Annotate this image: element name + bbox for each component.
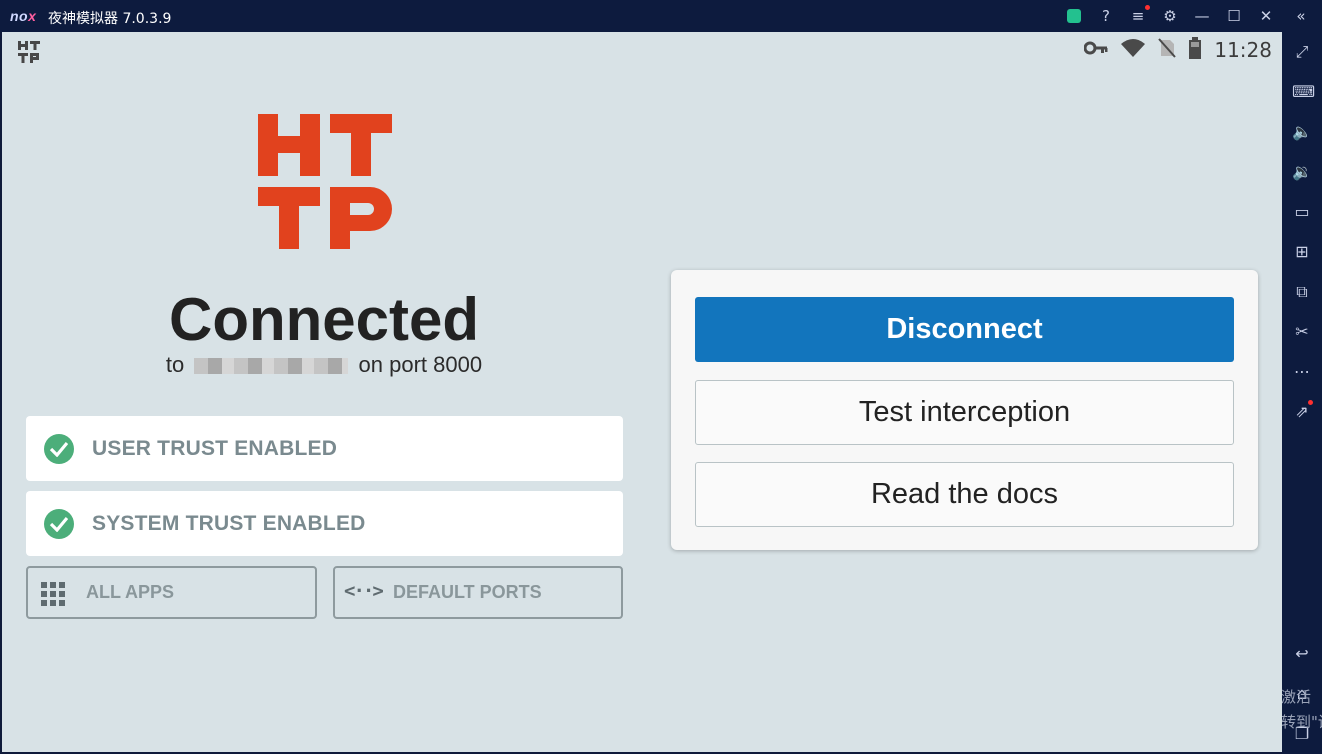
- keyboard-icon[interactable]: ⌨: [1292, 82, 1315, 102]
- notification-dot: [1145, 5, 1150, 10]
- app-store-icon[interactable]: [1067, 9, 1081, 23]
- check-circle-icon: [44, 509, 74, 539]
- battery-icon: [1188, 37, 1202, 63]
- emulator-titlebar: nox 夜神模拟器 7.0.3.9 ? ≡ ⚙ — ☐ ✕ «: [0, 0, 1322, 32]
- test-interception-button[interactable]: Test interception: [695, 380, 1234, 445]
- nox-logo-text: no: [10, 8, 29, 24]
- connected-suffix: on port 8000: [358, 352, 483, 377]
- watermark-line1: 激活: [1281, 688, 1312, 706]
- http-toolkit-logo: [258, 114, 392, 249]
- check-circle-icon: [44, 434, 74, 464]
- screen-icon[interactable]: ▭: [1292, 202, 1312, 222]
- status-bar: 11:28: [1083, 37, 1272, 63]
- watermark-line2: 转到"设: [1281, 713, 1322, 731]
- no-sim-icon: [1158, 38, 1177, 62]
- nox-logo: nox: [10, 8, 36, 24]
- connection-details: to on port 8000: [2, 352, 646, 378]
- user-trust-card: USER TRUST ENABLED: [26, 416, 623, 481]
- share-notification-dot: [1308, 400, 1313, 405]
- collapse-sidebar-icon[interactable]: «: [1292, 7, 1310, 25]
- wifi-icon: [1120, 38, 1146, 62]
- emulator-sidebar: ⤢ ⌨ 🔈 🔉 ▭ ⊞ ⧉ ✂ ⋯ ⇗ ↩ ⌂ ❐: [1282, 32, 1322, 754]
- settings-icon[interactable]: ⚙: [1161, 7, 1179, 25]
- multi-instance-icon[interactable]: ⧉: [1292, 282, 1312, 302]
- status-time: 11:28: [1214, 38, 1272, 62]
- volume-down-icon[interactable]: 🔉: [1292, 162, 1312, 182]
- help-icon[interactable]: ?: [1097, 7, 1115, 25]
- code-icon: <··>: [344, 580, 384, 602]
- back-icon[interactable]: ↩: [1292, 644, 1312, 664]
- user-trust-label: USER TRUST ENABLED: [92, 437, 338, 460]
- read-docs-button[interactable]: Read the docs: [695, 462, 1234, 527]
- http-small-logo-icon: [18, 41, 40, 63]
- all-apps-button[interactable]: ALL APPS: [26, 566, 317, 619]
- action-panel: Disconnect Test interception Read the do…: [671, 270, 1258, 550]
- fullscreen-icon[interactable]: ⤢: [1292, 42, 1312, 62]
- disconnect-button[interactable]: Disconnect: [695, 297, 1234, 362]
- system-trust-card: SYSTEM TRUST ENABLED: [26, 491, 623, 556]
- default-ports-button[interactable]: <··> DEFAULT PORTS: [333, 566, 623, 619]
- connected-prefix: to: [165, 352, 185, 377]
- volume-up-icon[interactable]: 🔈: [1292, 122, 1312, 142]
- close-icon[interactable]: ✕: [1257, 7, 1275, 25]
- connected-title: Connected: [168, 286, 480, 353]
- system-trust-label: SYSTEM TRUST ENABLED: [92, 512, 366, 535]
- redacted-address: [194, 358, 349, 374]
- minimize-icon[interactable]: —: [1193, 7, 1211, 25]
- default-ports-label: DEFAULT PORTS: [393, 582, 542, 602]
- statusbar-app-icon: [17, 39, 43, 67]
- android-screen: 11:28 Connected to on port 8000 USER TRU…: [2, 32, 1282, 752]
- nox-logo-x: x: [28, 8, 37, 24]
- grid-icon: [41, 582, 65, 606]
- scissors-icon[interactable]: ✂: [1292, 322, 1312, 342]
- maximize-icon[interactable]: ☐: [1225, 7, 1243, 25]
- window-title: 夜神模拟器 7.0.3.9: [48, 11, 172, 27]
- more-icon[interactable]: ⋯: [1292, 362, 1312, 382]
- all-apps-label: ALL APPS: [86, 582, 175, 602]
- menu-icon[interactable]: ≡: [1129, 7, 1147, 25]
- vpn-key-icon: [1083, 40, 1108, 60]
- install-apk-icon[interactable]: ⊞: [1292, 242, 1312, 262]
- share-icon[interactable]: ⇗: [1292, 402, 1312, 422]
